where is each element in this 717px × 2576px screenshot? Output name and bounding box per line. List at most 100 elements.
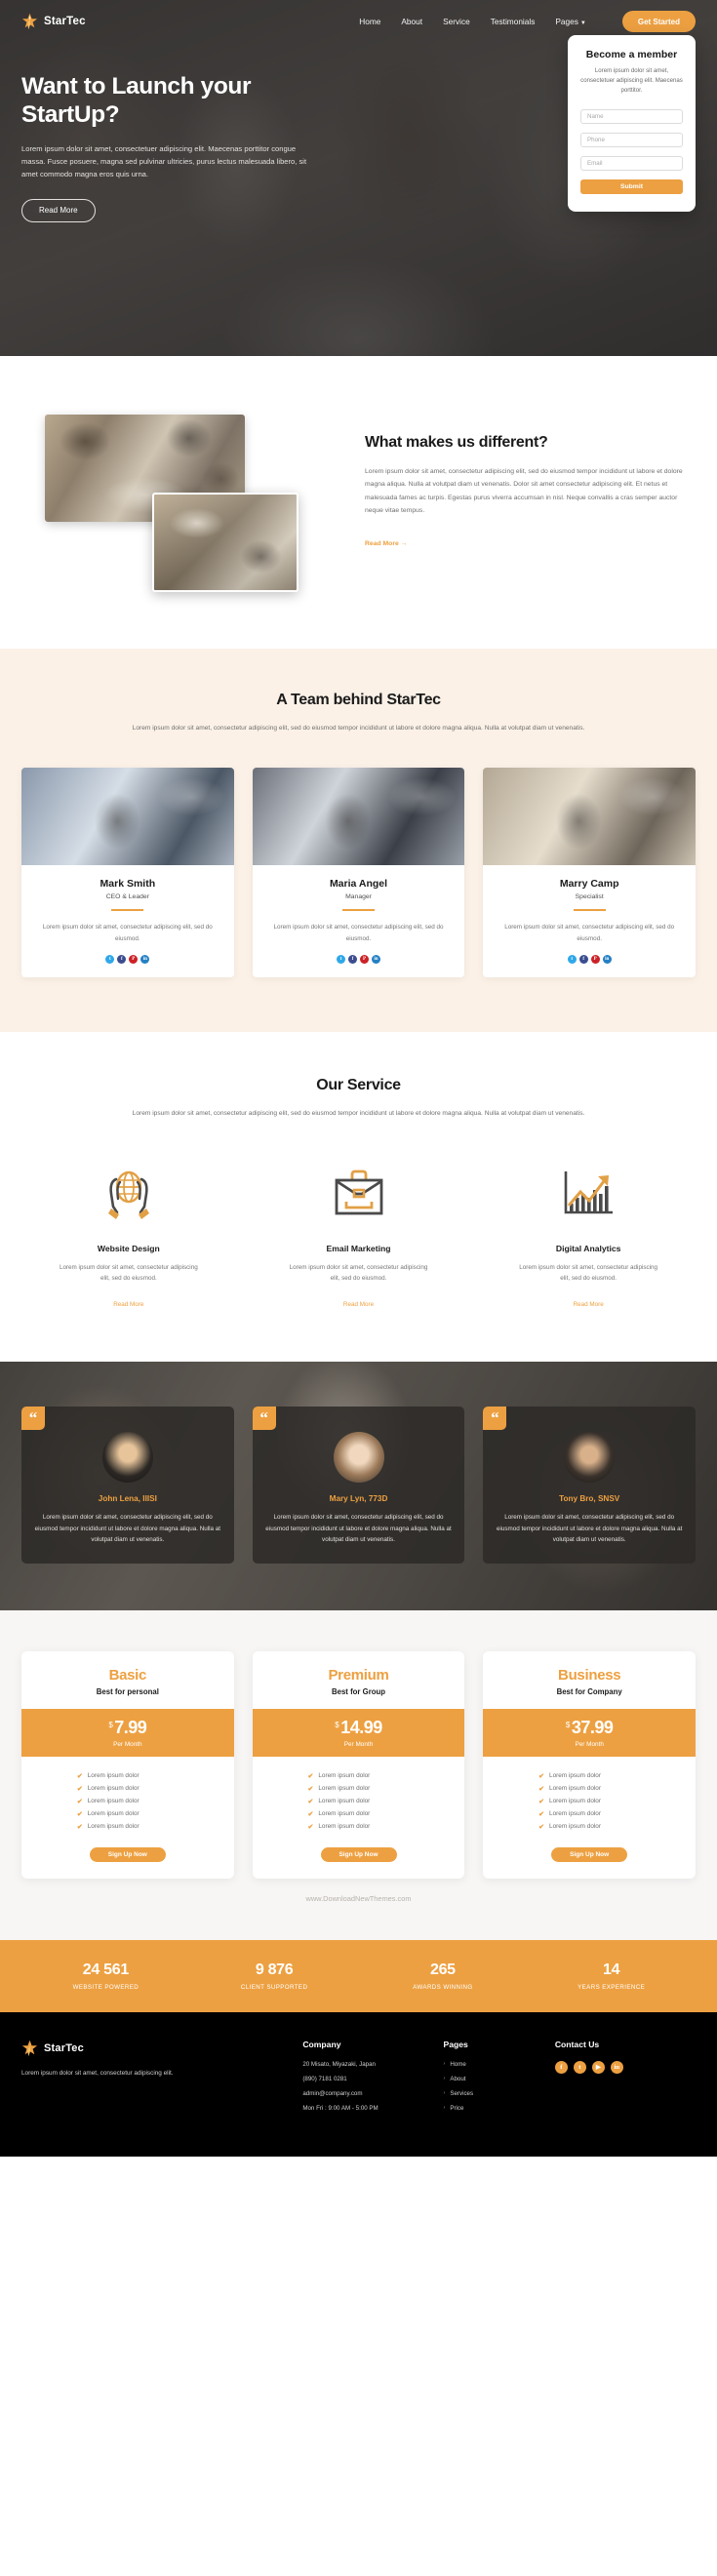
team-card: Maria Angel Manager Lorem ipsum dolor si…	[252, 768, 465, 978]
service-card-title: Website Design	[97, 1243, 160, 1253]
service-card: Email Marketing Lorem ipsum dolor sit am…	[252, 1162, 466, 1311]
stat-item: 14 YEARS EXPERIENCE	[527, 1962, 696, 1991]
check-icon: ✔	[76, 1785, 83, 1793]
footer-logo[interactable]: StarTec	[21, 2040, 302, 2057]
submit-button[interactable]: Submit	[580, 179, 683, 195]
plan-feature: ✔ Lorem ipsum dolor	[308, 1810, 410, 1818]
stat-number: 24 561	[82, 1961, 129, 1978]
briefcase-icon	[252, 1162, 466, 1226]
nav-item-service[interactable]: Service	[443, 17, 470, 26]
footer-company-column: Company 20 Misato, Miyazaki, Japan (890)…	[302, 2040, 443, 2120]
plan-feature-label: Lorem ipsum dolor	[87, 1823, 139, 1831]
twitter-icon[interactable]: t	[337, 955, 345, 965]
hero-read-more-button[interactable]: Read More	[21, 198, 96, 222]
page-root: StarTec Home About Service Testimonials …	[0, 0, 717, 2157]
brand-logo[interactable]: StarTec	[21, 13, 86, 30]
stat-item: 9 876 CLIENT SUPPORTED	[190, 1962, 359, 1991]
sign-up-button[interactable]: Sign Up Now	[320, 1846, 397, 1862]
different-image-group	[21, 407, 343, 602]
check-icon: ✔	[538, 1810, 545, 1818]
facebook-icon[interactable]: f	[554, 2060, 568, 2074]
footer-link-services[interactable]: › Services	[444, 2090, 555, 2097]
testimonial-card: “ John Lena, IIISI Lorem ipsum dolor sit…	[21, 1406, 234, 1564]
facebook-icon[interactable]: f	[578, 955, 588, 965]
plan-features: ✔ Lorem ipsum dolor ✔ Lorem ipsum dolor ✔ L…	[308, 1757, 410, 1831]
plan-price: $7.99	[21, 1718, 234, 1738]
sign-up-button[interactable]: Sign Up Now	[89, 1846, 166, 1862]
sign-up-button[interactable]: Sign Up Now	[551, 1846, 628, 1862]
plan-period: Per Month	[575, 1740, 604, 1748]
plan-feature: ✔ Lorem ipsum dolor	[77, 1823, 179, 1831]
team-social-links: t f P in	[264, 955, 454, 965]
plan-feature: ✔ Lorem ipsum dolor	[308, 1798, 410, 1805]
footer-phone[interactable]: (890) 7181 0281	[302, 2076, 443, 2082]
footer-link-label: Services	[450, 2089, 474, 2097]
footer-pages-column: Pages › Home › About › Services › Price	[444, 2040, 555, 2120]
service-read-more-link[interactable]: Read More	[113, 1301, 143, 1308]
plan-tagline: Best for Group	[332, 1686, 386, 1696]
site-footer: StarTec Lorem ipsum dolor sit amet, cons…	[0, 2011, 717, 2157]
service-read-more-link[interactable]: Read More	[574, 1301, 604, 1308]
hero-title: Want to Launch your StartUp?	[21, 72, 407, 130]
chevron-right-icon: ›	[443, 2105, 446, 2112]
footer-link-home[interactable]: › Home	[444, 2061, 555, 2068]
team-member-role: Manager	[345, 893, 372, 901]
check-icon: ✔	[307, 1785, 314, 1793]
stat-label: AWARDS WINNING	[413, 1983, 473, 1991]
hero-title-line1: Want to Launch your	[21, 73, 252, 99]
service-section: Our Service Lorem ipsum dolor sit amet, …	[0, 1032, 717, 1362]
nav-item-pages[interactable]: Pages ▼	[555, 17, 585, 26]
chevron-right-icon: ›	[443, 2076, 446, 2082]
service-read-more-link[interactable]: Read More	[343, 1301, 374, 1308]
divider	[573, 909, 606, 912]
plan-feature-label: Lorem ipsum dolor	[549, 1785, 601, 1793]
email-input[interactable]	[580, 156, 683, 172]
footer-pages-title: Pages	[443, 2039, 468, 2049]
service-card-desc: Lorem ipsum dolor sit amet, consectetur …	[519, 1263, 658, 1283]
facebook-icon[interactable]: f	[117, 955, 127, 965]
different-text-block: What makes us different? Lorem ipsum dol…	[365, 407, 696, 550]
testimonial-author: Mary Lyn, 773D	[329, 1493, 388, 1503]
youtube-icon[interactable]: ▶	[591, 2060, 605, 2074]
linkedin-icon[interactable]: in	[610, 2060, 623, 2074]
stat-number: 14	[603, 1961, 620, 1978]
nav-item-about[interactable]: About	[401, 17, 422, 26]
facebook-icon[interactable]: f	[348, 955, 357, 965]
stat-label: YEARS EXPERIENCE	[578, 1983, 646, 1991]
currency-symbol: $	[108, 1720, 113, 1729]
get-started-button[interactable]: Get Started	[621, 11, 696, 32]
stat-number: 265	[429, 1961, 456, 1978]
pinterest-icon[interactable]: P	[590, 955, 600, 965]
form-subtitle: Lorem ipsum dolor sit amet, consectetuer…	[580, 67, 683, 94]
plan-feature-label: Lorem ipsum dolor	[549, 1810, 601, 1818]
linkedin-icon[interactable]: in	[140, 955, 150, 965]
nav-item-home[interactable]: Home	[359, 17, 380, 26]
twitter-icon[interactable]: t	[567, 955, 577, 965]
name-input[interactable]	[580, 109, 683, 125]
team-member-desc: Lorem ipsum dolor sit amet, consectetur …	[42, 924, 213, 942]
footer-email[interactable]: admin@company.com	[302, 2090, 443, 2097]
plan-feature-label: Lorem ipsum dolor	[549, 1798, 601, 1805]
plan-feature-label: Lorem ipsum dolor	[549, 1772, 601, 1780]
plan-feature: ✔ Lorem ipsum dolor	[77, 1798, 179, 1805]
team-card: Marry Camp Specialist Lorem ipsum dolor …	[483, 768, 697, 978]
linkedin-icon[interactable]: in	[372, 955, 380, 965]
footer-link-price[interactable]: › Price	[444, 2105, 555, 2112]
plan-name: Basic	[108, 1666, 147, 1684]
pinterest-icon[interactable]: P	[360, 955, 369, 965]
linkedin-icon[interactable]: in	[602, 955, 612, 965]
nav-item-testimonials[interactable]: Testimonials	[491, 17, 536, 26]
testimonial-text: Lorem ipsum dolor sit amet, consectetur …	[34, 1513, 221, 1544]
pinterest-icon[interactable]: P	[129, 955, 139, 965]
star-icon	[21, 13, 38, 30]
plan-price: $14.99	[253, 1718, 465, 1738]
stat-label: WEBSITE POWERED	[72, 1983, 139, 1991]
different-read-more-link[interactable]: Read More →	[365, 540, 407, 547]
twitter-icon[interactable]: t	[105, 955, 115, 965]
plan-feature-label: Lorem ipsum dolor	[87, 1785, 139, 1793]
phone-input[interactable]	[580, 133, 683, 148]
footer-link-about[interactable]: › About	[444, 2076, 555, 2082]
team-member-photo	[21, 768, 234, 866]
twitter-icon[interactable]: t	[573, 2060, 586, 2074]
currency-symbol: $	[565, 1720, 570, 1729]
